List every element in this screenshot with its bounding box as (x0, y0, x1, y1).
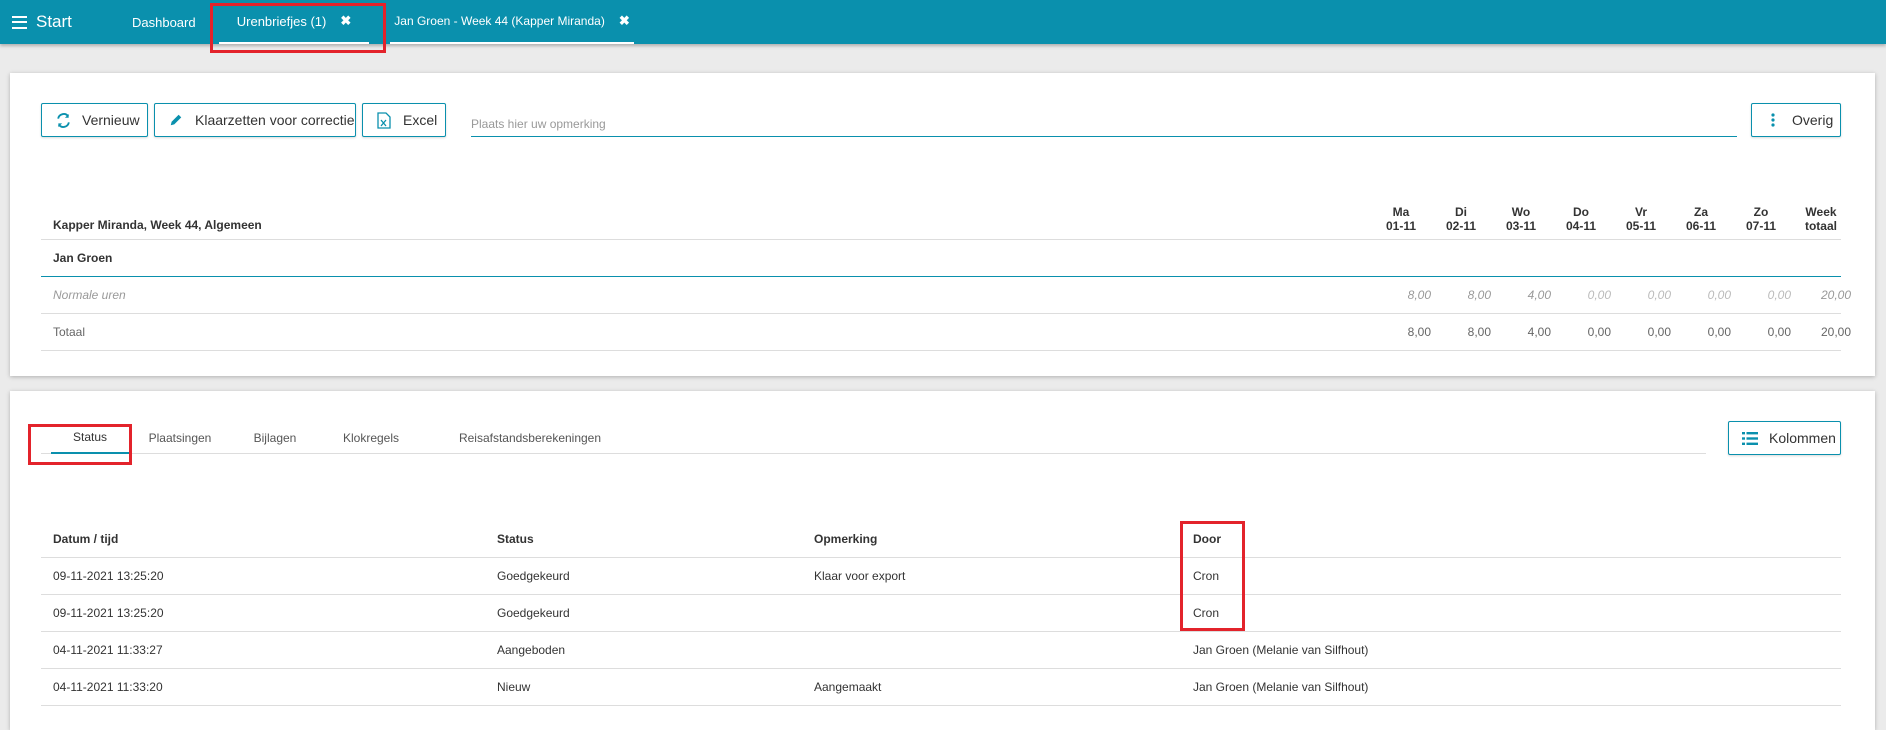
excel-file-icon (375, 111, 393, 129)
timesheet-panel: Vernieuw Klaarzetten voor correctie Exce… (10, 73, 1875, 376)
hours-week-total: 20,00 (1820, 288, 1851, 302)
excel-button[interactable]: Excel (362, 103, 446, 137)
tab-label: Dashboard (132, 14, 196, 30)
remark-cell: Aangemaakt (814, 680, 882, 694)
tab-status[interactable]: Status (51, 421, 129, 454)
by-cell: Jan Groen (Melanie van Silfhout) (1193, 680, 1369, 694)
hours-value: 0,00 (1767, 288, 1791, 302)
hours-value: 0,00 (1707, 325, 1731, 339)
hours-value: 0,00 (1587, 288, 1611, 302)
close-icon[interactable]: ✖ (619, 13, 630, 29)
columns-label: Kolommen (1769, 430, 1836, 446)
day-header: Wo 03-11 (1505, 205, 1537, 233)
tab-bijlagen[interactable]: Bijlagen (245, 421, 305, 454)
remark-input[interactable] (471, 111, 1737, 137)
hours-value: 0,00 (1707, 288, 1731, 302)
datetime-cell: 09-11-2021 13:25:20 (53, 606, 164, 620)
tab-dashboard[interactable]: Dashboard (132, 0, 196, 44)
top-bar: Start Dashboard Urenbriefjes (1) ✖ Jan G… (0, 0, 1886, 44)
week-total-header: Week totaal (1804, 205, 1837, 233)
by-cell: Cron (1193, 606, 1220, 620)
status-cell: Nieuw (497, 680, 531, 694)
employee-name: Jan Groen (53, 251, 113, 265)
more-vertical-icon (1764, 111, 1782, 129)
refresh-icon (54, 111, 72, 129)
hours-value: 8,00 (1467, 288, 1491, 302)
columns-button[interactable]: Kolommen (1728, 421, 1841, 455)
status-cell: Aangeboden (497, 643, 566, 657)
close-icon[interactable]: ✖ (340, 13, 351, 29)
hours-value: 8,00 (1407, 325, 1431, 339)
status-cell: Goedgekeurd (497, 606, 570, 620)
remark-cell: Klaar voor export (814, 569, 906, 583)
day-header: Zo 07-11 (1745, 205, 1777, 233)
tab-plaatsingen[interactable]: Plaatsingen (143, 421, 217, 454)
hours-value: 8,00 (1407, 288, 1431, 302)
status-table: Datum / tijd Status Opmerking Door 09-11… (41, 521, 1841, 706)
column-header[interactable]: Opmerking (814, 521, 877, 557)
table-row[interactable]: 04-11-2021 11:33:20 Nieuw Aangemaakt Jan… (41, 669, 1841, 706)
day-header: Do 04-11 (1565, 205, 1597, 233)
total-row: Totaal 8,00 8,00 4,00 0,00 0,00 0,00 0,0… (41, 314, 1851, 351)
tab-jan-groen-week-44[interactable]: Jan Groen - Week 44 (Kapper Miranda) ✖ (390, 0, 634, 44)
normal-hours-row: Normale uren 8,00 8,00 4,00 0,00 0,00 0,… (41, 277, 1851, 314)
row-label: Totaal (53, 325, 86, 339)
hours-table: Kapper Miranda, Week 44, Algemeen Ma 01-1… (41, 199, 1851, 351)
hours-week-total: 20,00 (1820, 325, 1851, 339)
list-icon (1741, 429, 1759, 447)
day-header: Vr 05-11 (1625, 205, 1657, 233)
row-label: Normale uren (53, 288, 126, 302)
by-cell: Jan Groen (Melanie van Silfhout) (1193, 643, 1369, 657)
refresh-label: Vernieuw (82, 112, 140, 128)
details-panel: Status Plaatsingen Bijlagen Klokregels R… (10, 391, 1875, 730)
datetime-cell: 04-11-2021 11:33:27 (53, 643, 163, 657)
hours-value: 0,00 (1647, 325, 1671, 339)
tab-klokregels[interactable]: Klokregels (338, 421, 404, 454)
column-header[interactable]: Datum / tijd (53, 521, 118, 557)
hours-table-title: Kapper Miranda, Week 44, Algemeen (53, 218, 262, 232)
hours-value: 0,00 (1587, 325, 1611, 339)
menu-button[interactable]: Start (12, 12, 72, 32)
hamburger-icon (12, 15, 27, 29)
tab-label: Urenbriefjes (1) (236, 13, 327, 29)
datetime-cell: 09-11-2021 13:25:20 (53, 569, 164, 583)
column-header[interactable]: Door (1193, 521, 1221, 557)
table-row[interactable]: 09-11-2021 13:25:20 Goedgekeurd Cron (41, 595, 1841, 632)
prepare-correction-button[interactable]: Klaarzetten voor correctie (154, 103, 356, 137)
table-row[interactable]: 04-11-2021 11:33:27 Aangeboden Jan Groen… (41, 632, 1841, 669)
tab-urenbriefjes[interactable]: Urenbriefjes (1) ✖ (219, 0, 369, 44)
tab-label: Jan Groen - Week 44 (Kapper Miranda) (394, 14, 605, 28)
status-header-row: Datum / tijd Status Opmerking Door (41, 521, 1841, 558)
status-cell: Goedgekeurd (497, 569, 570, 583)
other-label: Overig (1792, 112, 1834, 128)
detail-tabs: Status Plaatsingen Bijlagen Klokregels R… (41, 421, 1706, 454)
excel-label: Excel (403, 112, 438, 128)
day-header: Za 06-11 (1685, 205, 1717, 233)
table-row[interactable]: 09-11-2021 13:25:20 Goedgekeurd Klaar vo… (41, 558, 1841, 595)
tab-reisafstandsberekeningen[interactable]: Reisafstandsberekeningen (450, 421, 610, 454)
employee-row: Jan Groen (41, 240, 1841, 277)
hours-value: 4,00 (1527, 288, 1551, 302)
menu-label: Start (36, 12, 72, 31)
day-header: Di 02-11 (1445, 205, 1477, 233)
by-cell: Cron (1193, 569, 1220, 583)
datetime-cell: 04-11-2021 11:33:20 (53, 680, 163, 694)
hours-header-row: Kapper Miranda, Week 44, Algemeen Ma 01-1… (41, 199, 1841, 240)
hours-value: 4,00 (1527, 325, 1551, 339)
refresh-button[interactable]: Vernieuw (41, 103, 148, 137)
prepare-correction-label: Klaarzetten voor correctie (195, 112, 355, 128)
hours-value: 0,00 (1767, 325, 1791, 339)
day-header: Ma 01-11 (1385, 205, 1417, 233)
hours-value: 0,00 (1647, 288, 1671, 302)
other-button[interactable]: Overig (1751, 103, 1841, 137)
pencil-icon (167, 111, 185, 129)
hours-value: 8,00 (1467, 325, 1491, 339)
column-header[interactable]: Status (497, 521, 534, 557)
